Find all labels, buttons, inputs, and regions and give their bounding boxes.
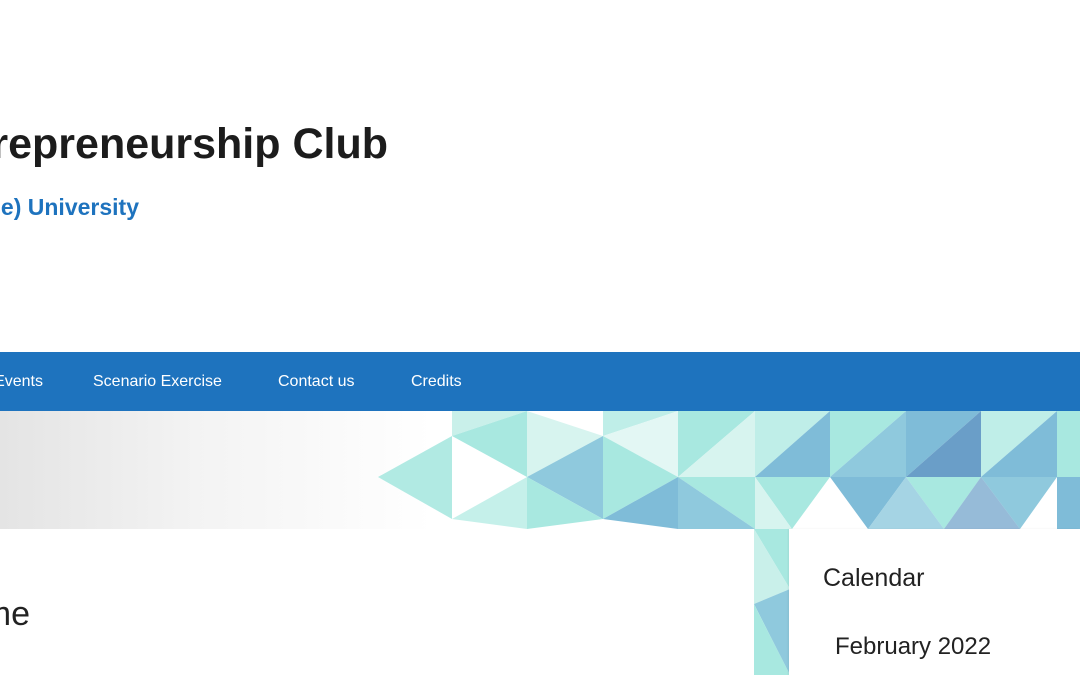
nav-item-credits[interactable]: Credits <box>411 352 462 411</box>
nav-item-contact-us[interactable]: Contact us <box>278 352 354 411</box>
sidebar-calendar-widget: Calendar February 2022 <box>789 529 1080 675</box>
header-banner <box>0 411 1080 529</box>
site-header: Entrepreneurship Club Jain (Deemed-to-be… <box>0 0 1080 352</box>
main-navigation: Events Scenario Exercise Contact us Cred… <box>0 352 1080 411</box>
nav-item-scenario-exercise[interactable]: Scenario Exercise <box>93 352 222 411</box>
content-area <box>0 529 752 675</box>
page: Entrepreneurship Club Jain (Deemed-to-be… <box>0 0 1080 675</box>
entry-title: Welcome <box>0 595 30 633</box>
widget-title: Calendar <box>823 564 925 592</box>
site-subtitle: Jain (Deemed-to-be) University <box>0 194 139 220</box>
site-title[interactable]: Entrepreneurship Club <box>0 116 388 172</box>
calendar-month-caption: February 2022 <box>835 633 992 660</box>
triangle-pattern-decoration <box>378 411 1080 529</box>
nav-item-events[interactable]: Events <box>0 352 43 411</box>
triangle-column-decoration <box>750 529 790 675</box>
